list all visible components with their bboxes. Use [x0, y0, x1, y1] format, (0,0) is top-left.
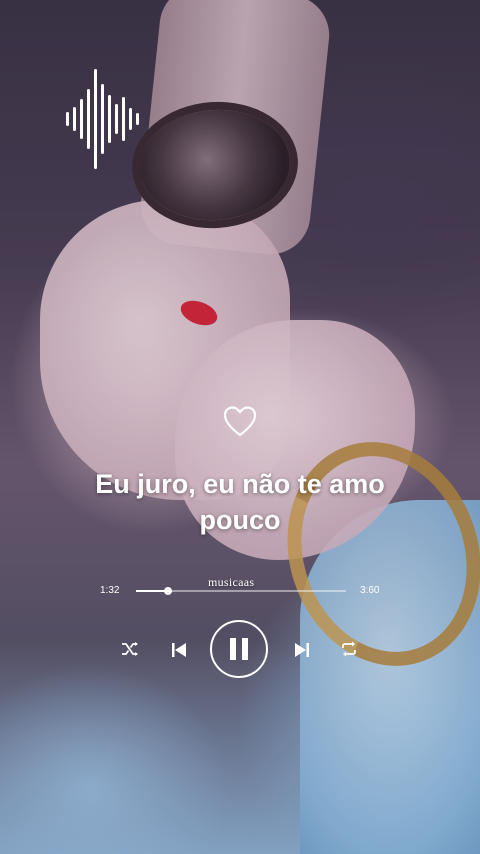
pause-button[interactable] [210, 620, 268, 678]
heart-outline-icon[interactable] [222, 404, 258, 440]
lyrics-line-1: Eu juro, eu não te amo [95, 469, 385, 499]
progress-knob[interactable] [163, 587, 172, 595]
total-time: 3:60 [360, 585, 380, 596]
progress-slider[interactable] [136, 587, 346, 595]
shuffle-icon[interactable] [121, 641, 139, 657]
skip-next-icon[interactable] [294, 642, 310, 658]
progress-fill [136, 590, 168, 592]
watermark-text: musicaas [208, 575, 255, 589]
lyrics-line-2: pouco [199, 505, 281, 535]
skip-previous-icon[interactable] [171, 642, 187, 658]
waveform-icon [66, 68, 146, 170]
current-time: 1:32 [100, 585, 120, 596]
pause-icon [230, 638, 248, 660]
lyrics-text: Eu juro, eu não te amo pouco [0, 466, 480, 538]
repeat-icon[interactable] [340, 640, 358, 658]
